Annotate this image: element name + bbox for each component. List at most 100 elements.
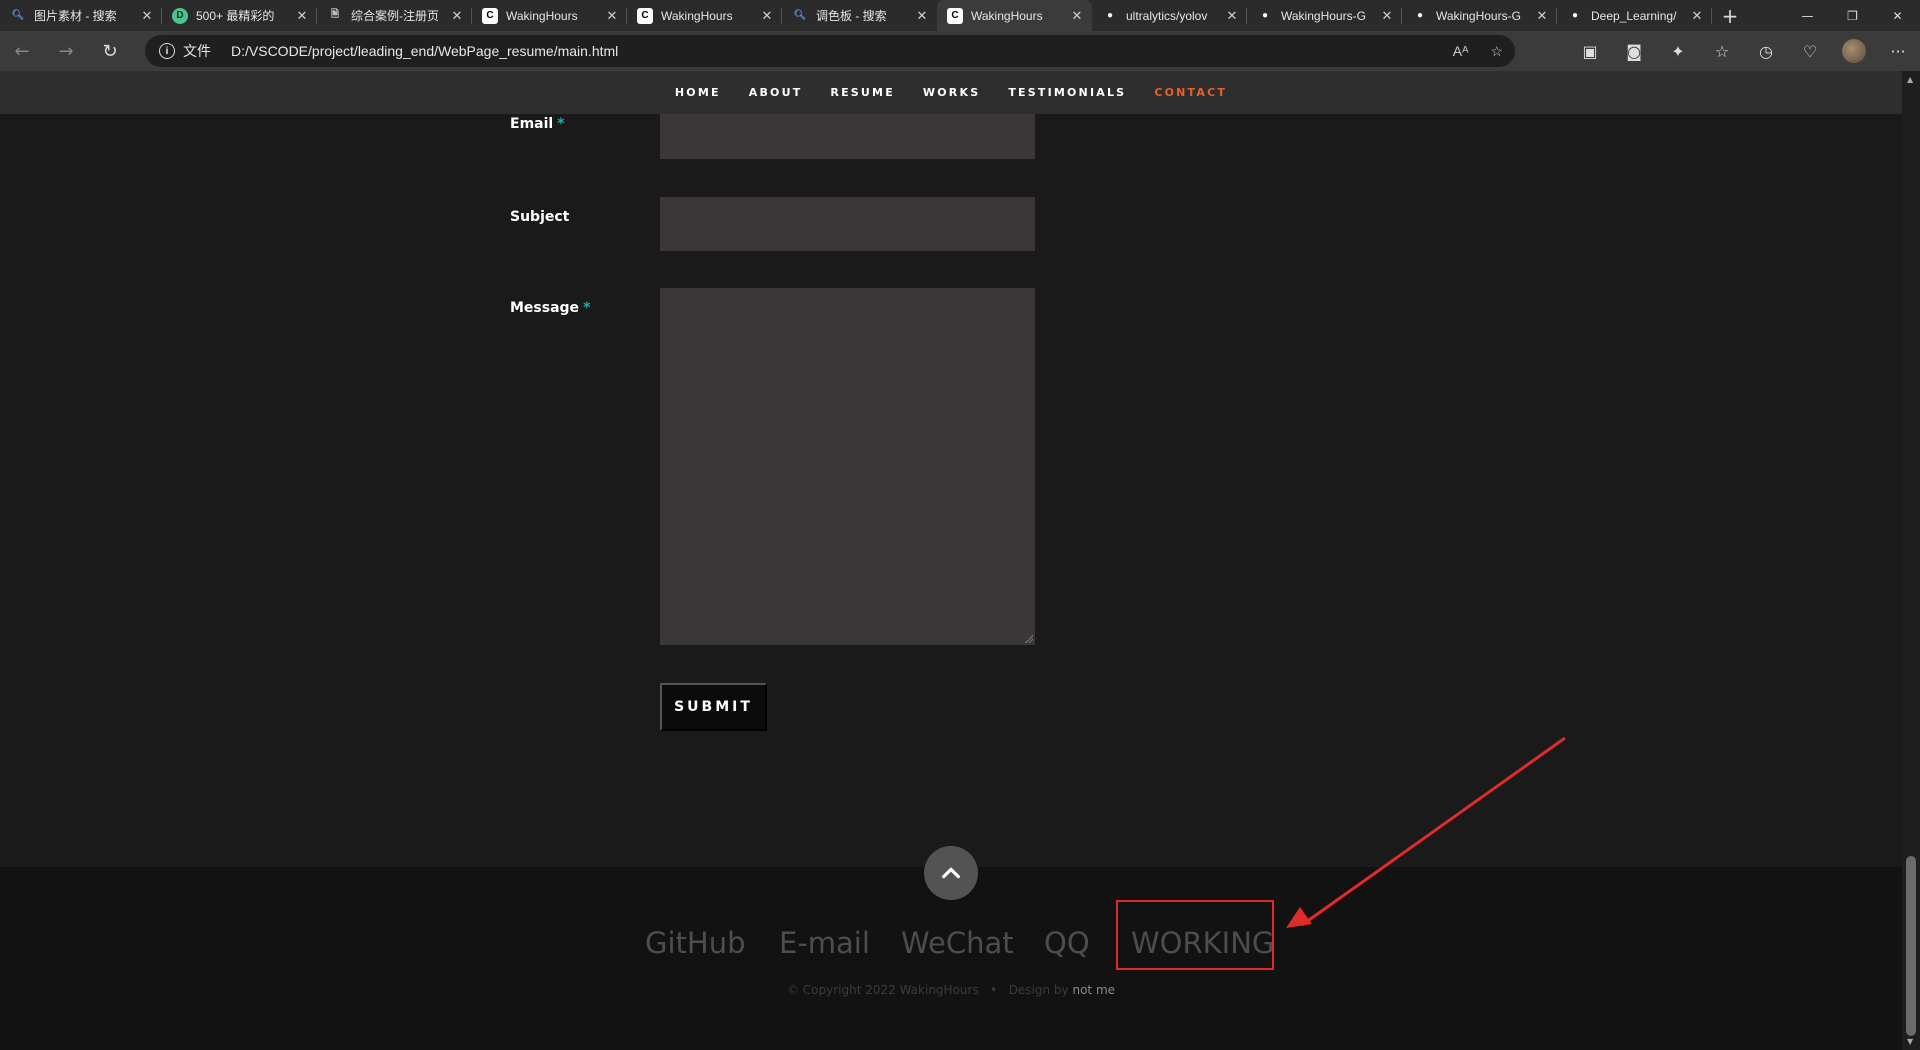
browser-tab[interactable]: 🔍︎ 图片素材 - 搜索 ✕ bbox=[0, 0, 162, 31]
browser-tab-active[interactable]: C WakingHours ✕ bbox=[937, 0, 1092, 31]
message-label: Message * bbox=[510, 300, 590, 316]
subject-field[interactable] bbox=[660, 197, 1035, 251]
close-icon[interactable]: ✕ bbox=[295, 8, 309, 24]
scroll-up-icon[interactable]: ▲ bbox=[1907, 75, 1913, 84]
close-icon[interactable]: ✕ bbox=[450, 8, 464, 24]
subject-label: Subject bbox=[510, 209, 569, 225]
go-top-button[interactable] bbox=[924, 846, 978, 900]
address-bar[interactable]: i 文件 D:/VSCODE/project/leading_end/WebPa… bbox=[145, 35, 1515, 67]
read-aloud-icon[interactable]: Aᴬ bbox=[1453, 43, 1469, 59]
email-label-text: Email bbox=[510, 116, 554, 132]
nav-home[interactable]: HOME bbox=[661, 86, 735, 99]
github-icon: ● bbox=[1416, 10, 1424, 21]
browser-tab[interactable]: 🗎 综合案例-注册页 ✕ bbox=[317, 0, 472, 31]
tab-title: Deep_Learning/ bbox=[1591, 8, 1677, 23]
add-favorite-icon[interactable]: ☆ bbox=[1490, 43, 1503, 60]
protocol-label: 文件 bbox=[183, 43, 211, 59]
message-textarea[interactable] bbox=[660, 288, 1035, 645]
browser-tab[interactable]: 🔍︎ 调色板 - 搜索 ✕ bbox=[782, 0, 937, 31]
url-text[interactable]: D:/VSCODE/project/leading_end/WebPage_re… bbox=[231, 43, 618, 59]
browser-toolbar: ← → ↻ i 文件 D:/VSCODE/project/leading_end… bbox=[0, 31, 1920, 71]
extension-icon[interactable]: ▣ bbox=[1568, 31, 1612, 71]
health-icon[interactable]: ♡ bbox=[1788, 31, 1832, 71]
close-icon[interactable]: ✕ bbox=[760, 8, 774, 24]
tab-title: WakingHours-G bbox=[1436, 8, 1521, 23]
browser-tab[interactable]: ● Deep_Learning/ ✕ bbox=[1557, 0, 1712, 31]
required-mark: * bbox=[583, 300, 591, 316]
profile-avatar-slot[interactable] bbox=[1832, 31, 1876, 71]
close-icon[interactable]: ✕ bbox=[1690, 8, 1704, 24]
tab-title: 图片素材 - 搜索 bbox=[34, 9, 117, 23]
email-field[interactable] bbox=[660, 114, 1035, 159]
search-icon: 🔍︎ bbox=[793, 10, 807, 21]
c-icon: C bbox=[947, 7, 963, 24]
extension-icon[interactable]: ◙ bbox=[1612, 31, 1656, 71]
tab-title: 调色板 - 搜索 bbox=[816, 9, 887, 23]
nav-testimonials[interactable]: TESTIMONIALS bbox=[994, 86, 1140, 99]
social-link-github[interactable]: GitHub bbox=[645, 918, 746, 968]
scrollbar[interactable]: ▲ ▼ bbox=[1902, 71, 1920, 1050]
browser-tab[interactable]: C WakingHours ✕ bbox=[472, 0, 627, 31]
nav-contact[interactable]: CONTACT bbox=[1140, 86, 1241, 99]
copyright-text: © Copyright 2022 WakingHours bbox=[786, 983, 979, 997]
social-link-qq[interactable]: QQ bbox=[1044, 918, 1090, 968]
github-icon: ● bbox=[1571, 10, 1579, 21]
social-link-email[interactable]: E-mail bbox=[779, 918, 870, 968]
social-link-wechat[interactable]: WeChat bbox=[901, 918, 1014, 968]
browser-tab[interactable]: C WakingHours ✕ bbox=[627, 0, 782, 31]
close-icon[interactable]: ✕ bbox=[1380, 8, 1394, 24]
close-window-icon[interactable]: ✕ bbox=[1875, 0, 1920, 31]
minimize-icon[interactable]: — bbox=[1785, 0, 1830, 31]
close-icon[interactable]: ✕ bbox=[140, 8, 154, 24]
new-tab-icon[interactable]: + bbox=[1712, 0, 1748, 31]
separator-dot: • bbox=[990, 983, 998, 997]
more-icon[interactable]: ··· bbox=[1876, 31, 1920, 71]
close-icon[interactable]: ✕ bbox=[915, 8, 929, 24]
browser-tab[interactable]: ● ultralytics/yolov ✕ bbox=[1092, 0, 1247, 31]
highlight-box bbox=[1116, 900, 1274, 970]
github-icon: ● bbox=[1106, 10, 1114, 21]
nav-resume[interactable]: RESUME bbox=[816, 86, 909, 99]
search-icon: 🔍︎ bbox=[11, 10, 25, 21]
c-icon: C bbox=[482, 7, 498, 24]
favorites-icon[interactable]: ☆ bbox=[1700, 31, 1744, 71]
close-icon[interactable]: ✕ bbox=[1070, 8, 1084, 24]
browser-tab[interactable]: ● WakingHours-G ✕ bbox=[1247, 0, 1402, 31]
nav-works[interactable]: WORKS bbox=[909, 86, 994, 99]
history-icon[interactable]: ◷ bbox=[1744, 31, 1788, 71]
github-icon: ● bbox=[1261, 10, 1269, 21]
back-icon[interactable]: ← bbox=[0, 31, 44, 71]
refresh-icon[interactable]: ↻ bbox=[88, 31, 132, 71]
tab-title: ultralytics/yolov bbox=[1126, 8, 1208, 23]
browser-tab-strip: 🔍︎ 图片素材 - 搜索 ✕ D 500+ 最精彩的 ✕ 🗎 综合案例-注册页 … bbox=[0, 0, 1920, 31]
page-viewport: HOME ABOUT RESUME WORKS TESTIMONIALS CON… bbox=[0, 71, 1902, 1050]
copyright-line: © Copyright 2022 WakingHours • Design by… bbox=[0, 983, 1902, 997]
tab-title: WakingHours bbox=[506, 8, 578, 23]
document-icon: 🗎 bbox=[330, 9, 340, 20]
tab-title: WakingHours-G bbox=[1281, 8, 1366, 23]
site-navigation: HOME ABOUT RESUME WORKS TESTIMONIALS CON… bbox=[0, 71, 1902, 114]
restore-icon[interactable]: ❐ bbox=[1830, 0, 1875, 31]
d-icon: D bbox=[172, 7, 188, 24]
close-icon[interactable]: ✕ bbox=[1535, 8, 1549, 24]
design-by-text: Design by bbox=[1008, 983, 1069, 997]
avatar[interactable] bbox=[1842, 39, 1866, 63]
browser-tab[interactable]: D 500+ 最精彩的 ✕ bbox=[162, 0, 317, 31]
close-icon[interactable]: ✕ bbox=[1225, 8, 1239, 24]
forward-icon[interactable]: → bbox=[44, 31, 88, 71]
scroll-down-icon[interactable]: ▼ bbox=[1907, 1037, 1913, 1046]
nav-about[interactable]: ABOUT bbox=[735, 86, 817, 99]
submit-button[interactable]: SUBMIT bbox=[660, 683, 767, 731]
tab-title: 综合案例-注册页 bbox=[351, 9, 439, 23]
tab-title: WakingHours bbox=[661, 8, 733, 23]
required-mark: * bbox=[557, 116, 565, 132]
designer-link[interactable]: not me bbox=[1072, 983, 1115, 997]
browser-tab[interactable]: ● WakingHours-G ✕ bbox=[1402, 0, 1557, 31]
info-icon[interactable]: i bbox=[159, 43, 175, 59]
close-icon[interactable]: ✕ bbox=[605, 8, 619, 24]
extensions-icon[interactable]: ✦ bbox=[1656, 31, 1700, 71]
chevron-up-icon bbox=[942, 867, 960, 879]
scrollbar-thumb[interactable] bbox=[1906, 856, 1916, 1036]
subject-label-text: Subject bbox=[510, 209, 570, 225]
resize-handle[interactable] bbox=[1025, 635, 1033, 643]
